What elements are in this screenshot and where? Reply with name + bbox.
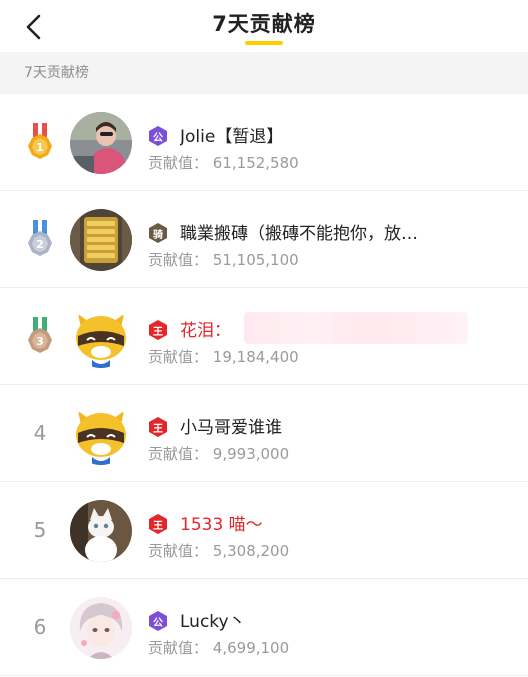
gold-bars-avatar-icon	[70, 209, 132, 271]
contribution-value: 贡献值： 19,184,400	[148, 348, 299, 366]
avatar[interactable]	[70, 209, 132, 271]
contribution-value: 贡献值： 4,699,100	[148, 639, 290, 657]
rank-row-4[interactable]: 4 王 小马哥爱谁谁 贡献值： 9,993,000	[0, 385, 528, 482]
avatar[interactable]	[70, 597, 132, 659]
avatar[interactable]	[70, 306, 132, 368]
fan-badge-icon: 骑	[147, 222, 169, 244]
rank-row-5[interactable]: 5 王 1533 喵～ 贡献值： 5,308,200	[0, 482, 528, 579]
user-name: Jolie【暂退】	[180, 127, 284, 147]
rank-number: 5	[33, 518, 47, 542]
rank-row-6[interactable]: 6 公 Lucky丶 贡献值： 4,699,100	[0, 579, 528, 676]
header: 7天贡献榜	[0, 0, 528, 52]
silver-medal-icon: 2	[28, 220, 52, 256]
rank-row-2[interactable]: 2 骑 職業搬磚（搬磚不能抱你，放… 贡献值： 51,105,100	[0, 191, 528, 288]
section-label: 7天贡献榜	[0, 52, 528, 94]
gold-medal-icon: 1	[28, 123, 52, 159]
fan-badge-icon: 王	[147, 513, 169, 535]
user-name: Lucky丶	[180, 612, 246, 632]
contribution-value: 贡献值： 61,152,580	[148, 154, 299, 172]
avatar[interactable]	[70, 112, 132, 174]
contribution-value: 贡献值： 9,993,000	[148, 445, 290, 463]
rank-number: 6	[33, 615, 47, 639]
raccoon-mascot-avatar-icon	[70, 403, 132, 465]
avatar[interactable]	[70, 403, 132, 465]
rank-row-3[interactable]: 3 王 花泪： 贡献值： 19,184,400	[0, 288, 528, 385]
bronze-medal-icon: 3	[28, 317, 52, 353]
fan-badge-icon: 公	[147, 125, 169, 147]
user-name: 職業搬磚（搬磚不能抱你，放…	[180, 224, 418, 244]
fan-badge-icon: 王	[147, 416, 169, 438]
user-name: 小马哥爱谁谁	[180, 418, 282, 438]
medal-number: 2	[36, 238, 44, 251]
page-title: 7天贡献榜	[212, 12, 316, 36]
rank-row-1[interactable]: 1 公 Jolie【暂退】 贡献值： 61,152,580	[0, 94, 528, 191]
redacted-name-overlay	[244, 312, 468, 344]
rank-number: 4	[33, 421, 47, 445]
contribution-ranking-page: 7天贡献榜 7天贡献榜 1 公 Jolie【暂退】 贡献值： 61,152,58…	[0, 0, 528, 677]
contribution-value: 贡献值： 5,308,200	[148, 542, 290, 560]
medal-number: 1	[36, 141, 44, 154]
white-cat-avatar-icon	[70, 500, 132, 562]
anime-boy-avatar-icon	[70, 597, 132, 659]
person-photo-avatar-icon	[70, 112, 132, 174]
contribution-value: 贡献值： 51,105,100	[148, 251, 299, 269]
avatar[interactable]	[70, 500, 132, 562]
rank-list: 1 公 Jolie【暂退】 贡献值： 61,152,580 2 骑 職業搬磚（搬…	[0, 94, 528, 676]
fan-badge-icon: 公	[147, 610, 169, 632]
medal-number: 3	[36, 335, 44, 348]
fan-badge-icon: 王	[147, 319, 169, 341]
title-underline	[245, 41, 283, 45]
raccoon-mascot-avatar-icon	[70, 306, 132, 368]
user-name: 1533 喵～	[180, 515, 263, 535]
